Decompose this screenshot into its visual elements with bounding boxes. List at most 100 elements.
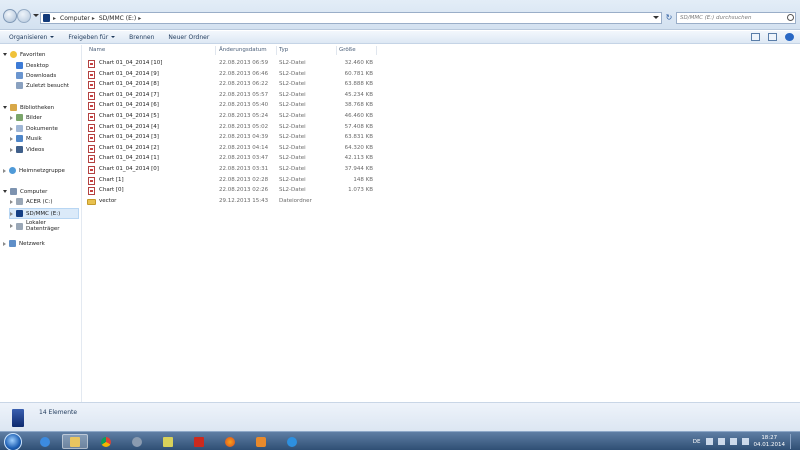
file-row[interactable]: Chart 01_04_2014 [6] 22.08.2013 05:40 SL2-…: [86, 101, 376, 111]
sidebar-item-network[interactable]: Netzwerk: [3, 240, 45, 247]
expand-icon[interactable]: [10, 136, 13, 141]
sidebar-item-favorites[interactable]: Favoriten: [3, 51, 45, 58]
breadcrumb-computer[interactable]: Computer: [60, 15, 90, 22]
column-divider[interactable]: [276, 46, 277, 55]
expand-icon[interactable]: [10, 147, 13, 152]
search-input[interactable]: SD/MMC (E:) durchsuchen: [676, 12, 796, 24]
file-row[interactable]: Chart 01_04_2014 [4] 22.08.2013 05:02 SL2-…: [86, 123, 376, 133]
sidebar-item-drive-e[interactable]: SD/MMC (E:): [9, 208, 79, 219]
taskbar-app-notes[interactable]: [155, 434, 181, 449]
taskbar-media[interactable]: [248, 434, 274, 449]
file-date: 22.08.2013 02:28: [219, 176, 269, 183]
file-date: 22.08.2013 05:02: [219, 123, 269, 130]
address-dropdown[interactable]: [653, 16, 659, 19]
start-button[interactable]: [4, 433, 22, 450]
expand-icon[interactable]: [10, 115, 13, 120]
sidebar-item-documents[interactable]: Dokumente: [10, 125, 58, 132]
file-type: SL2-Datei: [279, 60, 306, 66]
column-divider[interactable]: [376, 46, 377, 55]
expand-icon[interactable]: [10, 126, 13, 131]
file-row[interactable]: Chart 01_04_2014 [10] 22.08.2013 06:59 SL2…: [86, 59, 376, 69]
language-indicator[interactable]: DE: [693, 439, 701, 445]
file-row[interactable]: Chart [0] 22.08.2013 02:26 SL2-Datei 1.073 …: [86, 186, 376, 196]
sidebar-item-homegroup[interactable]: Heimnetzgruppe: [3, 167, 65, 174]
sidebar-item-desktop[interactable]: Desktop: [16, 62, 49, 69]
refresh-icon[interactable]: ↻: [664, 12, 674, 24]
column-header-name[interactable]: Name: [89, 47, 105, 53]
file-row[interactable]: Chart 01_04_2014 [5] 22.08.2013 05:24 SL2-…: [86, 112, 376, 122]
taskbar-pdf[interactable]: [186, 434, 212, 449]
sidebar-item-drive-c[interactable]: ACER (C:): [10, 198, 53, 205]
file-row[interactable]: Chart 01_04_2014 [9] 22.08.2013 06:46 SL2-…: [86, 70, 376, 80]
sidebar-item-computer[interactable]: Computer: [3, 188, 47, 195]
file-row[interactable]: Chart 01_04_2014 [2] 22.08.2013 04:14 SL2-…: [86, 144, 376, 154]
sl2-file-icon: [88, 144, 95, 153]
burn-button[interactable]: Brennen: [129, 34, 154, 41]
organize-button[interactable]: Organisieren: [9, 34, 55, 41]
file-name: Chart 01_04_2014 [9]: [99, 70, 159, 77]
new-folder-button[interactable]: Neuer Ordner: [168, 34, 209, 41]
expand-icon[interactable]: [10, 199, 13, 204]
file-row[interactable]: Chart [1] 22.08.2013 02:28 SL2-Datei 148 KB: [86, 176, 376, 186]
sidebar-item-libraries[interactable]: Bibliotheken: [3, 104, 54, 111]
file-row[interactable]: Chart 01_04_2014 [8] 22.08.2013 06:22 SL2-…: [86, 80, 376, 90]
file-row[interactable]: Chart 01_04_2014 [1] 22.08.2013 03:47 SL2-…: [86, 154, 376, 164]
expand-icon[interactable]: [3, 241, 6, 246]
taskbar-firefox[interactable]: [217, 434, 243, 449]
expand-icon[interactable]: [3, 168, 6, 173]
expand-icon[interactable]: [10, 211, 13, 216]
taskbar-chrome[interactable]: [93, 434, 119, 449]
preview-pane-icon[interactable]: [768, 33, 777, 41]
column-header-type[interactable]: Typ: [279, 47, 288, 53]
folder-icon: [87, 198, 96, 205]
chevron-right-icon[interactable]: ▸: [53, 15, 56, 22]
sidebar-item-music[interactable]: Musik: [10, 135, 42, 142]
taskbar-explorer[interactable]: [62, 434, 88, 449]
sidebar-label: ACER (C:): [26, 198, 53, 205]
sidebar-item-downloads[interactable]: Downloads: [16, 72, 56, 79]
column-divider[interactable]: [215, 46, 216, 55]
file-row[interactable]: Chart 01_04_2014 [7] 22.08.2013 05:57 SL2-…: [86, 91, 376, 101]
search-icon[interactable]: [787, 14, 794, 21]
chevron-right-icon[interactable]: ▸: [138, 15, 141, 22]
internet-explorer-icon: [40, 436, 50, 447]
recent-pages-dropdown[interactable]: [33, 14, 39, 17]
taskbar-ie[interactable]: [32, 434, 58, 449]
folder-row[interactable]: vector 29.12.2013 15:43 Dateiordner: [86, 197, 376, 207]
volume-icon[interactable]: [741, 438, 749, 445]
sidebar-item-videos[interactable]: Videos: [10, 146, 44, 153]
taskbar-app-star[interactable]: [279, 434, 305, 449]
sidebar-label: Desktop: [26, 62, 49, 69]
sidebar-item-recent[interactable]: Zuletzt besucht: [16, 82, 69, 89]
column-divider[interactable]: [336, 46, 337, 55]
show-desktop-button[interactable]: [790, 434, 796, 449]
taskbar-app-globe[interactable]: [124, 434, 150, 449]
view-options-icon[interactable]: [751, 33, 760, 41]
network-tray-icon[interactable]: [729, 438, 737, 445]
breadcrumb-sd-mmc[interactable]: SD/MMC (E:): [99, 15, 136, 22]
clock[interactable]: 18:27 04.01.2014: [754, 435, 786, 448]
file-row[interactable]: Chart 01_04_2014 [3] 22.08.2013 04:39 SL2-…: [86, 133, 376, 143]
file-size: 148 KB: [353, 176, 373, 183]
column-header-date[interactable]: Änderungsdatum: [219, 47, 267, 53]
flag-icon[interactable]: [717, 438, 725, 445]
music-icon: [16, 135, 23, 142]
file-size: 37.944 KB: [344, 166, 373, 172]
expand-icon[interactable]: [3, 53, 7, 56]
expand-icon[interactable]: [10, 224, 13, 228]
sidebar-item-local-disk[interactable]: Lokaler Datenträger: [10, 220, 81, 232]
share-button[interactable]: Freigeben für: [68, 34, 116, 41]
expand-icon[interactable]: [3, 190, 7, 193]
file-row[interactable]: Chart 01_04_2014 [0] 22.08.2013 03:31 SL2-…: [86, 165, 376, 175]
chevron-right-icon[interactable]: ▸: [92, 15, 95, 22]
sidebar-item-pictures[interactable]: Bilder: [10, 114, 42, 121]
back-button[interactable]: [3, 9, 17, 23]
forward-button[interactable]: [17, 9, 31, 23]
file-date: 29.12.2013 15:43: [219, 197, 269, 204]
address-field[interactable]: ▸ Computer ▸ SD/MMC (E:) ▸: [40, 12, 662, 24]
expand-icon[interactable]: [3, 106, 7, 109]
navigation-pane: Favoriten Desktop Downloads Zuletzt besu…: [0, 45, 82, 402]
column-header-size[interactable]: Größe: [339, 47, 356, 53]
tray-arrow-icon[interactable]: [705, 438, 713, 445]
help-icon[interactable]: [785, 33, 794, 41]
